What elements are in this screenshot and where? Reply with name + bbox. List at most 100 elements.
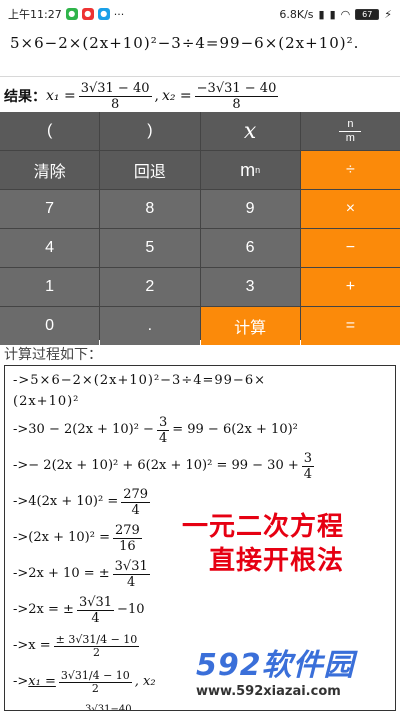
step-6-pre: ->2x + 10 = ±	[13, 566, 110, 581]
steps-title: 计算过程如下：	[4, 347, 102, 363]
step-7-post: −10	[117, 602, 145, 617]
battery-icon: 67	[355, 8, 380, 20]
power-exponent: n	[255, 165, 261, 175]
status-time: 上午11:27	[8, 8, 62, 21]
message-icon: ●	[97, 8, 110, 20]
step-7-den: 4	[91, 610, 100, 626]
step-8-num: ± 3√31/4 − 10	[53, 632, 140, 647]
step-3-num: 3	[301, 450, 315, 467]
fraction-button[interactable]: n m	[300, 112, 400, 150]
step-1-line-a: ->5×6−2×(2x+10)²−3÷4=99−6×	[13, 373, 266, 388]
step-9-fraction: 3√31/4 − 10 2	[58, 668, 132, 695]
compute-button[interactable]: 计算	[200, 307, 300, 345]
x1-fraction: 3√31 − 40 8	[78, 80, 152, 112]
step-2: ->30 − 2(2x + 10)² − 34 = 99 − 6(2x + 10…	[13, 412, 387, 448]
digit-2-button[interactable]: 2	[100, 268, 200, 306]
fraction-bottom: m	[345, 131, 355, 144]
promo-line-1: 一元二次方程	[182, 512, 345, 542]
step-9-pre: ->	[13, 674, 29, 689]
step-2-num: 3	[156, 414, 170, 431]
step-5-fraction: 279 16	[112, 522, 142, 554]
step-7: ->2x = ± 3√31 4 −10	[13, 592, 387, 628]
promo-overlay: 一元二次方程 直接开根法	[182, 510, 344, 578]
equals-button[interactable]: =	[300, 307, 400, 345]
signal-icon-2: ▮	[329, 7, 336, 21]
clear-button[interactable]: 清除	[0, 151, 100, 189]
step-6-fraction: 3√31 4	[112, 558, 150, 590]
digit-6-button[interactable]: 6	[200, 229, 300, 267]
x1-numerator: 3√31 − 40	[78, 80, 152, 97]
x1-variable: x₁ =	[46, 88, 76, 104]
step-8-pre: ->x =	[13, 638, 51, 653]
step-3-den: 4	[303, 466, 313, 482]
step-9-var: x₁ =	[28, 674, 56, 689]
step-4-num: 279	[121, 486, 151, 503]
wifi-icon: ◠	[340, 7, 351, 21]
wechat-icon: ●	[65, 8, 78, 20]
minus-button[interactable]: −	[300, 229, 400, 267]
step-9-num: 3√31/4 − 10	[58, 668, 132, 683]
digit-3-button[interactable]: 3	[200, 268, 300, 306]
x2-denominator: 8	[232, 96, 241, 112]
digit-5-button[interactable]: 5	[100, 229, 200, 267]
step-4-den: 4	[131, 502, 140, 518]
x1-denominator: 8	[110, 96, 120, 112]
variable-x-button[interactable]: x	[200, 112, 300, 150]
result-display: 结果： x₁ = 3√31 − 40 8 , x₂ = −3√31 − 40 8	[4, 80, 400, 112]
result-separator: ,	[154, 88, 159, 104]
expression-display[interactable]: 5×6−2×(2x+10)²−3÷4=99−6×(2x+10)².	[10, 32, 394, 54]
step-5-num: 279	[112, 522, 142, 539]
decimal-point-button[interactable]: .	[100, 307, 200, 345]
digit-7-button[interactable]: 7	[0, 190, 100, 228]
digit-4-button[interactable]: 4	[0, 229, 100, 267]
result-label: 结果：	[4, 89, 46, 105]
step-8-fraction: ± 3√31/4 − 10 2	[53, 632, 140, 659]
step-7-pre: ->2x = ±	[13, 602, 74, 617]
step-4-fraction: 279 4	[121, 486, 151, 518]
step-10-partial: 3√31−40	[85, 704, 132, 711]
step-2-fraction: 34	[156, 414, 170, 446]
step-5-den: 16	[119, 538, 136, 554]
more-notifications-icon: ···	[113, 7, 125, 21]
digit-9-button[interactable]: 9	[200, 190, 300, 228]
step-7-num: 3√31	[76, 594, 115, 611]
x2-variable: x₂ =	[161, 88, 192, 104]
network-speed: 6.8K/s	[279, 7, 314, 21]
step-3: ->− 2(2x + 10)² + 6(2x + 10)² = 99 − 30 …	[13, 448, 387, 484]
watermark-logo: 592软件园	[196, 648, 355, 683]
step-3-fraction: 34	[301, 450, 315, 482]
close-paren-button[interactable]: )	[100, 112, 200, 150]
divider	[0, 76, 400, 77]
digit-1-button[interactable]: 1	[0, 268, 100, 306]
step-1: ->5×6−2×(2x+10)²−3÷4=99−6×	[13, 370, 387, 392]
step-1-continued: (2x+10)²	[13, 392, 387, 412]
step-5-pre: ->(2x + 10)² =	[13, 530, 110, 545]
divide-button[interactable]: ÷	[300, 151, 400, 189]
step-6-num: 3√31	[112, 558, 150, 575]
status-bar: 上午11:27 ● ● ● ··· 6.8K/s ▮ ▮ ◠ 67 ⚡	[0, 0, 400, 28]
step-2-pre: ->30 − 2(2x + 10)² −	[13, 422, 154, 437]
plus-button[interactable]: +	[300, 268, 400, 306]
watermark-url: www.592xiazai.com	[196, 684, 341, 699]
charging-icon: ⚡	[384, 7, 392, 21]
step-2-post: = 99 − 6(2x + 10)²	[172, 422, 298, 437]
power-button[interactable]: mn	[200, 151, 300, 189]
open-paren-button[interactable]: (	[0, 112, 100, 150]
promo-line-2: 直接开根法	[209, 546, 345, 576]
fraction-top: n	[347, 117, 354, 130]
keypad: ( ) x n m 清除 回退 mn ÷ 7 8 9 × 4 5 6 − 1 2…	[0, 112, 400, 345]
step-3-pre: ->− 2(2x + 10)² + 6(2x + 10)² = 99 − 30 …	[13, 458, 299, 473]
step-2-den: 4	[158, 430, 168, 446]
x2-numerator: −3√31 − 40	[194, 80, 279, 97]
step-7-fraction: 3√31 4	[76, 594, 115, 626]
watermark: 592软件园 www.592xiazai.com	[196, 640, 400, 711]
step-6-den: 4	[127, 574, 136, 590]
digit-0-button[interactable]: 0	[0, 307, 100, 345]
step-9-den: 2	[91, 681, 99, 695]
step-8-den: 2	[92, 645, 100, 659]
backspace-button[interactable]: 回退	[100, 151, 200, 189]
step-1-line-b: (2x+10)²	[13, 394, 80, 409]
digit-8-button[interactable]: 8	[100, 190, 200, 228]
step-9-post: , x₂	[134, 674, 156, 689]
multiply-button[interactable]: ×	[300, 190, 400, 228]
